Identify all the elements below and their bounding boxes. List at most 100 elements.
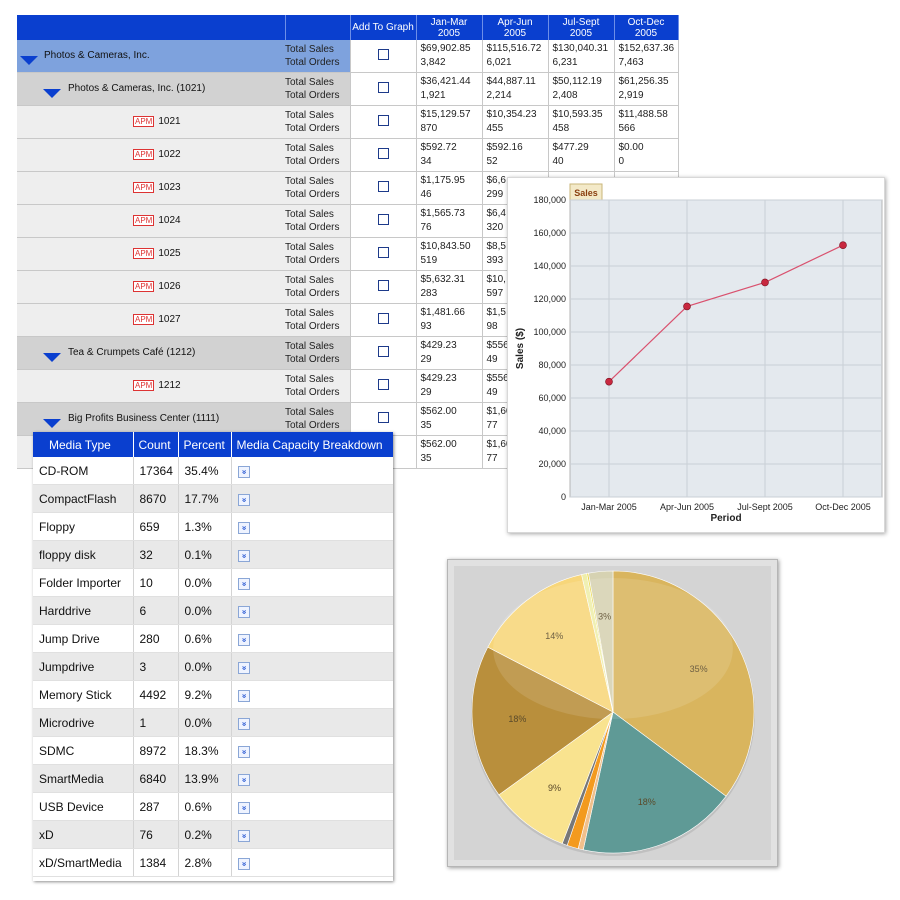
sales-data-point[interactable] bbox=[839, 241, 847, 249]
capacity-breakdown-cell: » bbox=[231, 764, 393, 793]
metric-total-orders: Total Orders bbox=[285, 387, 340, 398]
header-q2[interactable]: Apr-Jun 2005 bbox=[482, 15, 549, 40]
sales-value: $1,175.95 bbox=[420, 175, 466, 186]
sales-value: $61,256.35 bbox=[618, 76, 669, 87]
expand-down-icon[interactable]: » bbox=[237, 830, 250, 842]
expand-down-icon[interactable]: » bbox=[237, 690, 250, 702]
x-tick-label: Jan-Mar 2005 bbox=[581, 502, 637, 512]
header-q3[interactable]: Jul-Sept 2005 bbox=[548, 15, 615, 40]
expand-down-icon[interactable]: » bbox=[237, 494, 250, 506]
add-to-graph-cell bbox=[349, 303, 417, 337]
add-to-graph-checkbox[interactable] bbox=[377, 247, 389, 258]
media-pie-chart: 35%18%9%18%14%3% bbox=[471, 570, 755, 856]
quarter-value-cell: $429.23 29 bbox=[416, 336, 483, 370]
add-to-graph-checkbox[interactable] bbox=[377, 148, 389, 159]
chart-tab-label[interactable]: Sales bbox=[574, 188, 598, 198]
y-tick-label: 20,000 bbox=[538, 459, 566, 469]
header-percent[interactable]: Percent bbox=[178, 432, 232, 457]
header-q4-label: Oct-Dec 2005 bbox=[627, 16, 665, 39]
sales-data-point[interactable] bbox=[683, 302, 691, 311]
sales-value: $429.23 bbox=[420, 340, 457, 351]
expand-down-icon[interactable]: » bbox=[237, 466, 250, 478]
row-name-text: 1025 bbox=[158, 248, 181, 259]
collapse-triangle-icon[interactable] bbox=[43, 353, 61, 362]
pie-gloss bbox=[493, 578, 733, 720]
row-name-text: 1023 bbox=[158, 182, 181, 193]
header-add-to-graph[interactable]: Add To Graph bbox=[350, 15, 417, 40]
row-name-cell: APM 1023 bbox=[17, 171, 285, 205]
expand-down-icon[interactable]: » bbox=[237, 802, 250, 814]
header-q1[interactable]: Jan-Mar 2005 bbox=[416, 15, 483, 40]
media-table-body: CD-ROM 17364 35.4%» CompactFlash 8670 17.7%» F… bbox=[33, 457, 393, 877]
header-capacity-breakdown[interactable]: Media Capacity Breakdown bbox=[231, 432, 393, 457]
sales-data-point[interactable] bbox=[605, 377, 613, 386]
header-q4[interactable]: Oct-Dec 2005 bbox=[614, 15, 679, 40]
media-row: USB Device 287 0.6% » bbox=[33, 792, 393, 821]
metric-total-sales: Total Sales bbox=[285, 77, 334, 88]
media-count-cell: 280 bbox=[133, 624, 179, 653]
account-id-label: APM 1023 bbox=[133, 182, 181, 193]
expand-down-icon[interactable]: » bbox=[237, 606, 250, 618]
orders-value: 29 bbox=[420, 387, 432, 398]
quarter-value-cell: $5,632.31 283 bbox=[416, 270, 483, 304]
group-name-label: Photos & Cameras, Inc. (1021) bbox=[68, 83, 205, 94]
expand-down-icon[interactable]: » bbox=[237, 578, 250, 590]
row-name-text: 1027 bbox=[158, 314, 181, 325]
expand-down-icon[interactable]: » bbox=[237, 550, 250, 562]
metric-total-sales: Total Sales bbox=[285, 143, 334, 154]
account-id-label: APM 1027 bbox=[133, 314, 181, 325]
add-to-graph-cell bbox=[349, 72, 417, 106]
media-row: Jump Drive 280 0.6% » bbox=[33, 624, 393, 653]
y-tick-label: 180,000 bbox=[533, 195, 566, 205]
expand-down-icon[interactable]: » bbox=[237, 522, 250, 534]
expand-down-icon[interactable]: » bbox=[237, 774, 250, 786]
quarter-value-cell: $562.00 35 bbox=[416, 402, 483, 436]
add-to-graph-checkbox[interactable] bbox=[377, 49, 389, 60]
collapse-triangle-icon[interactable] bbox=[20, 56, 38, 65]
media-type-cell: Folder Importer bbox=[33, 568, 134, 597]
add-to-graph-checkbox[interactable] bbox=[377, 280, 389, 291]
media-type-cell: xD bbox=[33, 820, 134, 849]
quarter-value-cell: $69,902.85 3,842 bbox=[416, 40, 483, 73]
collapse-triangle-icon[interactable] bbox=[43, 89, 61, 98]
header-count[interactable]: Count bbox=[133, 432, 179, 457]
y-tick-label: 140,000 bbox=[533, 261, 566, 271]
header-q3-label: Jul-Sept 2005 bbox=[562, 16, 600, 39]
expand-down-icon[interactable]: » bbox=[237, 858, 250, 870]
add-to-graph-checkbox[interactable] bbox=[377, 313, 389, 324]
y-tick-label: 120,000 bbox=[533, 294, 566, 304]
plot-area bbox=[569, 199, 883, 498]
sales-value: $562.00 bbox=[420, 439, 457, 450]
add-to-graph-checkbox[interactable] bbox=[377, 181, 389, 192]
add-to-graph-checkbox[interactable] bbox=[377, 412, 389, 423]
media-percent-cell: 2.8% bbox=[178, 848, 232, 877]
quarter-value-cell: $50,112.19 2,408 bbox=[548, 72, 615, 106]
quarter-value-cell: $477.29 40 bbox=[548, 138, 615, 172]
add-to-graph-checkbox[interactable] bbox=[377, 214, 389, 225]
media-count-cell: 76 bbox=[133, 820, 179, 849]
expand-down-icon[interactable]: » bbox=[237, 662, 250, 674]
header-name-col bbox=[17, 15, 286, 40]
add-to-graph-checkbox[interactable] bbox=[377, 346, 389, 357]
expand-down-icon[interactable]: » bbox=[237, 718, 250, 730]
add-to-graph-checkbox[interactable] bbox=[377, 379, 389, 390]
sales-value: $15,129.57 bbox=[420, 109, 471, 120]
capacity-breakdown-cell: » bbox=[231, 540, 393, 569]
header-media-type[interactable]: Media Type bbox=[33, 432, 134, 457]
sales-value: $10,843.50 bbox=[420, 241, 471, 252]
capacity-breakdown-cell: » bbox=[231, 792, 393, 821]
media-row: Harddrive 6 0.0% » bbox=[33, 596, 393, 625]
orders-value: 35 bbox=[420, 453, 432, 464]
expand-down-icon[interactable]: » bbox=[237, 746, 250, 758]
sales-line-chart-panel: Sales 0 20,000 40,000 60,000 80,000 100,000 120… bbox=[507, 177, 885, 533]
sales-data-point[interactable] bbox=[761, 278, 769, 287]
media-percent-cell: 0.6% bbox=[178, 792, 232, 821]
add-to-graph-checkbox[interactable] bbox=[377, 82, 389, 93]
media-count-cell: 3 bbox=[133, 652, 179, 681]
add-to-graph-checkbox[interactable] bbox=[377, 115, 389, 126]
media-type-cell: CD-ROM bbox=[33, 457, 134, 485]
media-type-cell: Jumpdrive bbox=[33, 652, 134, 681]
collapse-triangle-icon[interactable] bbox=[43, 419, 61, 428]
add-to-graph-cell bbox=[349, 369, 417, 403]
expand-down-icon[interactable]: » bbox=[237, 634, 250, 646]
